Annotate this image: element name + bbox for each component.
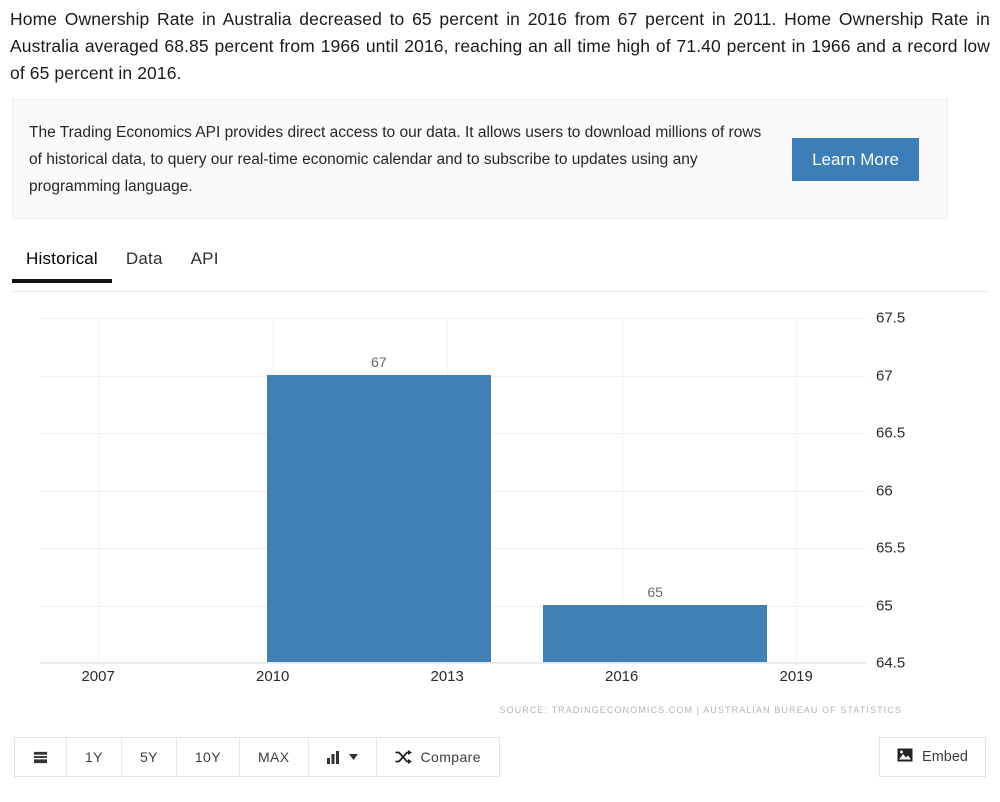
embed-label: Embed: [922, 749, 968, 765]
tab-data[interactable]: Data: [112, 245, 177, 282]
x-gridline: [796, 318, 798, 663]
range-5y-button[interactable]: 5Y: [121, 738, 177, 776]
range-1y-button[interactable]: 1Y: [67, 738, 122, 776]
y-axis-tick-label: 64.5: [876, 654, 906, 672]
y-axis-tick-label: 65: [876, 597, 893, 614]
chart-plot-area[interactable]: 67 65: [40, 318, 866, 664]
x-axis-tick-label: 2016: [605, 668, 639, 685]
chart-bar[interactable]: [543, 604, 768, 662]
y-axis-tick-label: 65.5: [876, 539, 906, 557]
y-axis-tick-label: 66: [876, 482, 893, 499]
chart-source-note: SOURCE: TRADINGECONOMICS.COM | AUSTRALIA…: [499, 705, 902, 715]
y-gridline: [40, 663, 866, 664]
page-root: Home Ownership Rate in Australia decreas…: [0, 0, 1000, 802]
chevron-down-icon: [348, 754, 358, 760]
y-axis-tick-label: 67.5: [876, 309, 906, 327]
chart-bar[interactable]: [266, 374, 491, 662]
tab-historical[interactable]: Historical: [12, 245, 112, 283]
intro-paragraph: Home Ownership Rate in Australia decreas…: [10, 9, 990, 83]
compare-button[interactable]: Compare: [376, 738, 499, 776]
y-axis-tick-label: 67: [876, 367, 893, 384]
x-gridline: [98, 318, 100, 663]
compare-label: Compare: [420, 749, 481, 765]
chart-type-dropdown[interactable]: [308, 738, 377, 776]
chart-container: 67 65 67.5 67 66.5 66 65.5 65 64.5 2007 2010 2013…: [0, 300, 1000, 730]
image-icon: [897, 748, 913, 766]
embed-button[interactable]: Embed: [879, 737, 986, 777]
y-gridline: [40, 318, 866, 319]
x-axis-tick-label: 2010: [255, 668, 290, 685]
bar-value-label: 65: [647, 583, 663, 600]
range-max-button[interactable]: MAX: [240, 738, 309, 776]
learn-more-button[interactable]: Learn More: [792, 137, 919, 181]
tab-api[interactable]: API: [177, 245, 233, 282]
calendar-range-button[interactable]: [15, 738, 67, 776]
chart-toolbar: 1Y 5Y 10Y MAX Compare: [14, 737, 500, 777]
shuffle-icon: [395, 750, 412, 764]
api-promo-text: The Trading Economics API provides direc…: [29, 123, 762, 195]
x-axis-tick-label: 2007: [81, 668, 115, 685]
y-axis-tick-label: 66.5: [876, 424, 906, 442]
bar-value-label: 67: [371, 353, 387, 370]
x-axis-tick-label: 2013: [430, 668, 464, 685]
calendar-icon: [33, 750, 48, 765]
x-axis-tick-label: 2019: [779, 668, 813, 685]
api-promo-box: The Trading Economics API provides direc…: [12, 99, 948, 219]
tab-bar: Historical Data API: [12, 245, 988, 292]
range-10y-button[interactable]: 10Y: [176, 738, 240, 776]
bar-chart-icon: [326, 750, 342, 764]
